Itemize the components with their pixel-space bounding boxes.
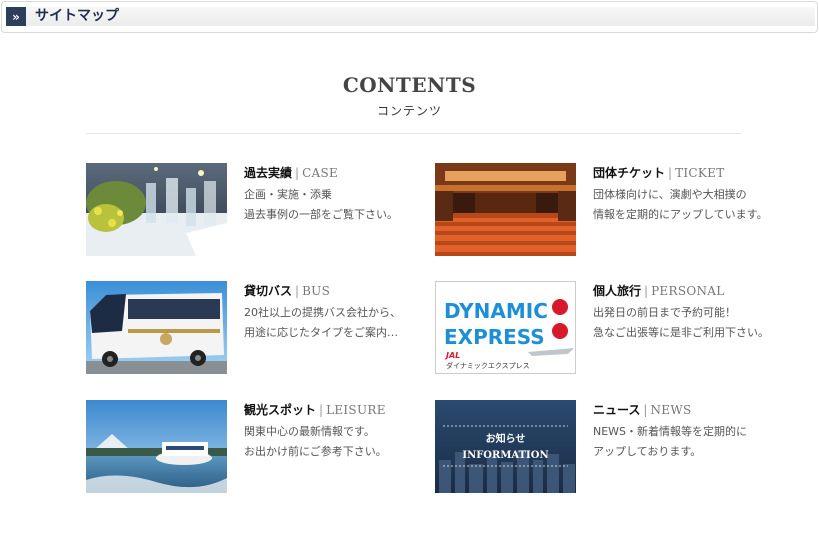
card-desc-line: 情報を定期的にアップしています。 xyxy=(593,208,768,221)
content-card-personal[interactable]: DYNAMIC EXPRESS JAL ダイナミックエクスプレス 個人旅行 | PE… xyxy=(435,281,795,376)
dynamic-express-banner[interactable]: DYNAMIC EXPRESS JAL ダイナミックエクスプレス xyxy=(435,281,576,374)
news-banner-jp: お知らせ xyxy=(486,432,526,445)
header-band xyxy=(6,7,815,26)
divider xyxy=(86,133,741,134)
card-desc-line: 用途に応じたタイプをご案内… xyxy=(244,326,398,339)
card-description: 関東中心の最新情報です。 お出かけ前にご参考下さい。 xyxy=(244,422,387,462)
content-card-leisure[interactable]: 観光スポット | LEISURE 関東中心の最新情報です。 お出かけ前にご参考下さい… xyxy=(86,400,446,495)
card-description: 出発日の前日まで予約可能！ 急なご出張等に是非ご利用下さい。 xyxy=(593,303,769,343)
hotel-badge-icon xyxy=(552,323,568,339)
card-description: NEWS・新着情報等を定期的に アップしております。 xyxy=(593,422,747,462)
card-desc-line: アップしております。 xyxy=(593,445,702,458)
contents-heading: CONTENTS xyxy=(342,73,477,97)
title-separator: | xyxy=(295,166,300,180)
card-description: 20社以上の提携バス会社から、 用途に応じたタイプをご案内… xyxy=(244,303,401,343)
card-title-jp[interactable]: 貸切バス xyxy=(244,284,292,298)
card-title-jp[interactable]: 個人旅行 xyxy=(593,284,641,298)
card-desc-line: 団体様向けに、演劇や大相撲の xyxy=(593,188,747,201)
title-separator: | xyxy=(644,284,649,298)
banner-dynamic-text: DYNAMIC xyxy=(444,299,548,323)
card-title[interactable]: 個人旅行 | PERSONAL xyxy=(593,282,725,299)
city-news-banner[interactable]: お知らせ INFORMATION xyxy=(435,400,576,493)
jal-logo: JAL xyxy=(444,351,460,360)
card-title[interactable]: 過去実績 | CASE xyxy=(244,164,338,181)
card-title-jp[interactable]: 観光スポット xyxy=(244,403,316,417)
title-separator: | xyxy=(668,166,673,180)
banner-caption: ダイナミックエクスプレス xyxy=(446,361,530,370)
tour-bus-photo[interactable] xyxy=(86,281,227,374)
card-title-en[interactable]: CASE xyxy=(302,166,338,180)
card-title-jp[interactable]: 団体チケット xyxy=(593,166,665,180)
card-description: 企画・実施・添乗 過去事例の一部をご覧下さい。 xyxy=(244,185,398,225)
card-description: 団体様向けに、演劇や大相撲の 情報を定期的にアップしています。 xyxy=(593,185,768,225)
card-desc-line: 関東中心の最新情報です。 xyxy=(244,425,375,438)
card-desc-line: 20社以上の提携バス会社から、 xyxy=(244,306,401,319)
banquet-table-photo[interactable] xyxy=(86,163,227,256)
content-card-news[interactable]: お知らせ INFORMATION ニュース | NEWS NEWS・新着情報等を定期… xyxy=(435,400,795,495)
content-card-case[interactable]: 過去実績 | CASE 企画・実施・添乗 過去事例の一部をご覧下さい。 xyxy=(86,163,446,258)
title-separator: | xyxy=(643,403,648,417)
card-desc-line: 企画・実施・添乗 xyxy=(244,188,332,201)
card-title-en[interactable]: PERSONAL xyxy=(651,284,724,298)
card-title-jp[interactable]: ニュース xyxy=(593,403,640,417)
card-desc-line: 出発日の前日まで予約可能！ xyxy=(593,306,736,319)
title-separator: | xyxy=(295,284,300,298)
card-title-jp[interactable]: 過去実績 xyxy=(244,166,292,180)
card-title-en[interactable]: BUS xyxy=(302,284,330,298)
banner-express-text: EXPRESS xyxy=(444,325,545,349)
card-title-en[interactable]: LEISURE xyxy=(326,403,386,417)
card-title[interactable]: 観光スポット | LEISURE xyxy=(244,401,386,418)
news-banner-en: INFORMATION xyxy=(462,450,548,461)
contents-subheading: コンテンツ xyxy=(376,104,442,118)
concert-hall-photo[interactable] xyxy=(435,163,576,256)
lake-boat-photo[interactable] xyxy=(86,400,227,493)
plane-badge-icon xyxy=(552,299,568,315)
card-desc-line: 過去事例の一部をご覧下さい。 xyxy=(244,208,398,221)
card-title[interactable]: 団体チケット | TICKET xyxy=(593,164,725,181)
card-desc-line: お出かけ前にご参考下さい。 xyxy=(244,445,387,458)
double-chevron-icon: » xyxy=(6,7,26,26)
title-separator: | xyxy=(319,403,324,417)
sitemap-header-bar: » サイトマップ xyxy=(1,1,818,33)
page-title: サイトマップ xyxy=(35,8,119,24)
card-desc-line: NEWS・新着情報等を定期的に xyxy=(593,425,748,438)
card-title[interactable]: 貸切バス | BUS xyxy=(244,282,330,299)
content-card-ticket[interactable]: 団体チケット | TICKET 団体様向けに、演劇や大相撲の 情報を定期的にアップし… xyxy=(435,163,795,258)
card-desc-line: 急なご出張等に是非ご利用下さい。 xyxy=(593,326,769,339)
card-title[interactable]: ニュース | NEWS xyxy=(593,401,691,418)
card-title-en[interactable]: TICKET xyxy=(675,166,724,180)
card-title-en[interactable]: NEWS xyxy=(650,403,691,417)
content-card-bus[interactable]: 貸切バス | BUS 20社以上の提携バス会社から、 用途に応じたタイプをご案内… xyxy=(86,281,446,376)
